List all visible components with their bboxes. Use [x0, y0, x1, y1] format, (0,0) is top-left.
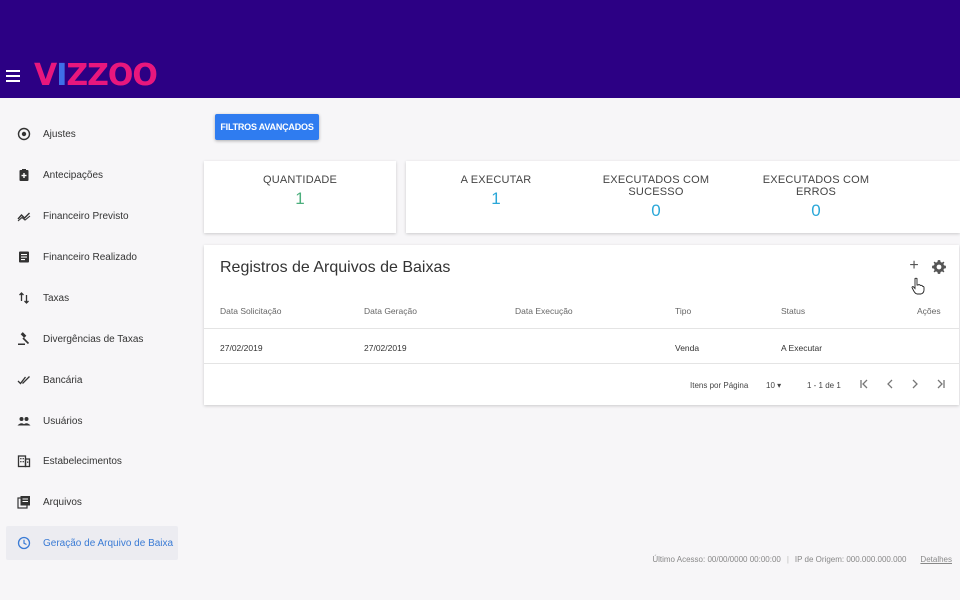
- target-icon: [6, 127, 42, 141]
- stat-title: A EXECUTAR: [460, 174, 532, 186]
- double-check-icon: [6, 373, 42, 387]
- column-header-status[interactable]: Status: [781, 306, 805, 316]
- sidebar-item-financeiro-previsto[interactable]: Financeiro Previsto: [6, 199, 178, 233]
- panel-title: Registros de Arquivos de Baixas: [220, 259, 451, 276]
- errors-stat: EXECUTADOS COM ERROS 0: [744, 174, 888, 221]
- vizzoo-logo[interactable]: V I ZZ OO: [34, 58, 158, 93]
- cell-data-geracao: 27/02/2019: [364, 343, 407, 353]
- stat-value: 1: [295, 189, 305, 208]
- sidebar-item-label: Divergências de Taxas: [43, 333, 144, 345]
- column-header-data-execucao[interactable]: Data Execução: [515, 306, 573, 316]
- page-range: 1 - 1 de 1: [807, 381, 841, 390]
- execution-status-card: A EXECUTAR 1 EXECUTADOS COM SUCESSO 0 EX…: [406, 161, 960, 233]
- column-header-acoes: Ações: [917, 306, 941, 316]
- items-per-page-label: Itens por Página: [690, 381, 749, 390]
- sidebar-item-financeiro-realizado[interactable]: Financeiro Realizado: [6, 240, 178, 274]
- sidebar-item-label: Ajustes: [43, 128, 76, 140]
- stat-title: EXECUTADOS COM ERROS: [762, 174, 870, 198]
- cell-tipo: Venda: [675, 343, 700, 353]
- sidebar-item-label: Estabelecimentos: [43, 455, 122, 467]
- quantity-card: QUANTIDADE 1: [204, 161, 396, 233]
- sidebar-item-label: Arquivos: [43, 496, 82, 508]
- sidebar-item-label: Financeiro Realizado: [43, 251, 137, 263]
- sidebar-item-arquivos[interactable]: Arquivos: [6, 485, 178, 519]
- sidebar-item-estabelecimentos[interactable]: Estabelecimentos: [6, 444, 178, 478]
- footer: Último Acesso: 00/00/0000 00:00:00 | IP …: [652, 555, 952, 564]
- last-page-icon[interactable]: [933, 376, 949, 392]
- column-header-tipo[interactable]: Tipo: [675, 306, 691, 316]
- sidebar-item-taxas[interactable]: Taxas: [6, 281, 178, 315]
- page-size-value: 10: [766, 381, 775, 390]
- advanced-filters-button[interactable]: FILTROS AVANÇADOS: [215, 114, 319, 140]
- building-icon: [6, 454, 42, 468]
- page-size-select[interactable]: 10 ▾: [766, 381, 781, 390]
- column-header-data-solicitacao[interactable]: Data Solicitação: [220, 306, 281, 316]
- sidebar-item-label: Geração de Arquivo de Baixa: [43, 537, 174, 549]
- sidebar-item-ajustes[interactable]: Ajustes: [6, 117, 178, 151]
- quantity-stat: QUANTIDADE 1: [204, 174, 396, 209]
- table-row[interactable]: 27/02/2019 27/02/2019 Venda A Executar: [204, 330, 959, 364]
- library-icon: [6, 495, 42, 509]
- clock-icon: [6, 536, 42, 550]
- sidebar-item-label: Antecipações: [43, 169, 104, 181]
- stat-value: 0: [811, 201, 821, 220]
- sidebar-item-divergencias-de-taxas[interactable]: Divergências de Taxas: [6, 322, 178, 356]
- sidebar: Ajustes Antecipações Financeiro Previsto…: [0, 98, 190, 570]
- swap-vertical-icon: [6, 291, 42, 305]
- stat-title: EXECUTADOS COM SUCESSO: [602, 174, 710, 198]
- sidebar-item-bancaria[interactable]: Bancária: [6, 363, 178, 397]
- to-execute-stat: A EXECUTAR 1: [446, 174, 546, 209]
- records-panel: Registros de Arquivos de Baixas + Data S…: [204, 245, 959, 405]
- stat-title: QUANTIDADE: [262, 174, 338, 186]
- previous-page-icon[interactable]: [882, 376, 898, 392]
- success-stat: EXECUTADOS COM SUCESSO 0: [578, 174, 734, 221]
- gear-icon[interactable]: [931, 259, 947, 275]
- first-page-icon[interactable]: [856, 376, 872, 392]
- sidebar-item-label: Usuários: [43, 415, 83, 427]
- cell-status: A Executar: [781, 343, 823, 353]
- sidebar-item-label: Taxas: [43, 292, 70, 304]
- document-icon: [6, 250, 42, 264]
- gavel-icon: [6, 332, 42, 346]
- last-access: Último Acesso: 00/00/0000 00:00:00: [652, 555, 781, 564]
- sidebar-item-geracao-de-arquivo-de-baixa[interactable]: Geração de Arquivo de Baixa: [6, 526, 178, 560]
- users-icon: [6, 414, 42, 428]
- stat-value: 0: [651, 201, 661, 220]
- column-header-data-geracao[interactable]: Data Geração: [364, 306, 417, 316]
- details-link[interactable]: Detalhes: [920, 555, 952, 564]
- add-icon[interactable]: +: [907, 258, 921, 274]
- top-bar: V I ZZ OO: [0, 0, 960, 98]
- sidebar-item-usuarios[interactable]: Usuários: [6, 404, 178, 438]
- trending-icon: [6, 209, 42, 223]
- sidebar-item-label: Financeiro Previsto: [43, 210, 129, 222]
- sidebar-item-antecipacoes[interactable]: Antecipações: [6, 158, 178, 192]
- stat-value: 1: [491, 189, 501, 208]
- hamburger-menu-icon[interactable]: [6, 70, 20, 82]
- origin-ip: IP de Origem: 000.000.000.000: [794, 555, 907, 564]
- pagination: Itens por Página 10 ▾ 1 - 1 de 1: [204, 365, 959, 405]
- clipboard-plus-icon: [6, 168, 42, 182]
- table-header: Data Solicitação Data Geração Data Execu…: [204, 289, 959, 329]
- sidebar-item-label: Bancária: [43, 374, 83, 386]
- cell-data-solicitacao: 27/02/2019: [220, 343, 263, 353]
- footer-divider: |: [786, 555, 789, 564]
- caret-down-icon: ▾: [777, 381, 782, 390]
- next-page-icon[interactable]: [907, 376, 923, 392]
